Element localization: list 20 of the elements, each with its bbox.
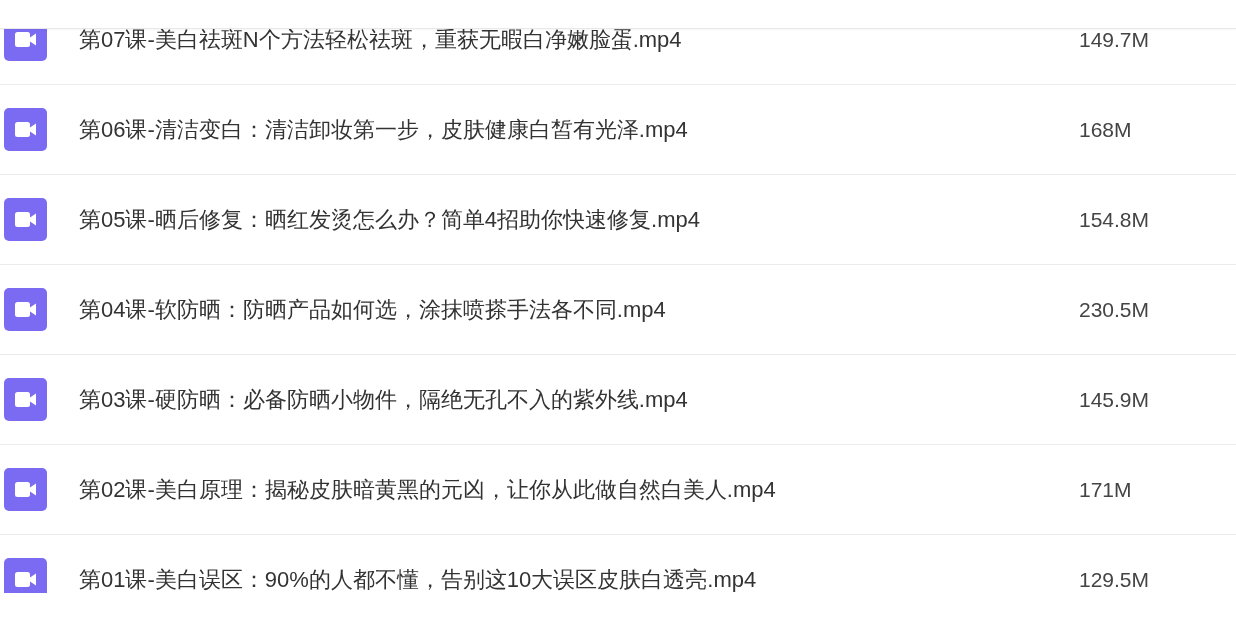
file-size: 171M (1079, 477, 1132, 502)
file-name[interactable]: 第02课-美白原理：揭秘皮肤暗黄黑的元凶，让你从此做自然白美人.mp4 (79, 474, 1079, 505)
video-file-icon (4, 198, 47, 241)
video-file-icon (4, 468, 47, 511)
video-file-icon (4, 288, 47, 331)
file-size: 129.5M (1079, 567, 1150, 592)
file-size: 230.5M (1079, 297, 1150, 322)
file-name[interactable]: 第07课-美白祛斑N个方法轻松祛斑，重获无暇白净嫩脸蛋.mp4 (79, 24, 1079, 55)
file-size: 149.7M (1079, 27, 1150, 52)
file-name[interactable]: 第01课-美白误区：90%的人都不懂，告别这10大误区皮肤白透亮.mp4 (79, 564, 1079, 593)
video-file-icon (4, 378, 47, 421)
file-name[interactable]: 第06课-清洁变白：清洁卸妆第一步，皮肤健康白皙有光泽.mp4 (79, 114, 1079, 145)
file-name[interactable]: 第03课-硬防晒：必备防晒小物件，隔绝无孔不入的紫外线.mp4 (79, 384, 1079, 415)
video-file-icon (4, 558, 47, 593)
file-size: 168M (1079, 117, 1132, 142)
file-name[interactable]: 第04课-软防晒：防晒产品如何选，涂抹喷搽手法各不同.mp4 (79, 294, 1079, 325)
file-name[interactable]: 第05课-晒后修复：晒红发烫怎么办？简单4招助你快速修复.mp4 (79, 204, 1079, 235)
file-size: 154.8M (1079, 207, 1150, 232)
video-file-icon (4, 108, 47, 151)
file-size: 145.9M (1079, 387, 1150, 412)
